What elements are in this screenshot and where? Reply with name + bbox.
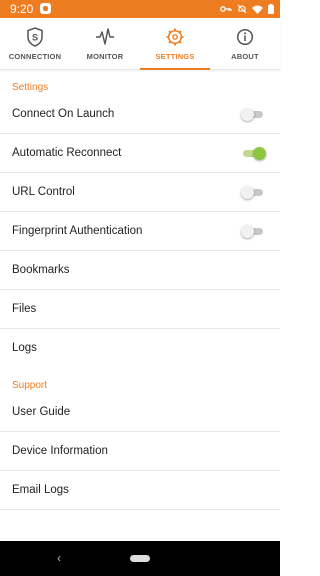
automatic-reconnect-toggle[interactable] bbox=[241, 147, 266, 160]
toggle-thumb bbox=[241, 108, 254, 121]
status-icons bbox=[220, 2, 274, 16]
support-user-guide[interactable]: User Guide bbox=[0, 393, 280, 432]
support-label: Device Information bbox=[12, 445, 108, 457]
status-bar: 9:20 bbox=[0, 0, 280, 18]
svg-text:S: S bbox=[32, 33, 38, 43]
tab-monitor[interactable]: MONITOR bbox=[70, 18, 140, 70]
setting-files[interactable]: Files bbox=[0, 290, 280, 329]
shield-s-icon: S bbox=[27, 27, 43, 47]
setting-label: Bookmarks bbox=[12, 264, 70, 276]
info-icon bbox=[236, 28, 254, 46]
status-time: 9:20 bbox=[10, 2, 34, 16]
setting-logs[interactable]: Logs bbox=[0, 329, 280, 368]
support-label: User Guide bbox=[12, 406, 71, 418]
setting-label: Connect On Launch bbox=[12, 108, 115, 120]
support-section-header: Support bbox=[12, 380, 48, 391]
setting-url-control[interactable]: URL Control bbox=[0, 173, 280, 212]
fingerprint-authentication-toggle[interactable] bbox=[241, 225, 265, 238]
vpn-key-icon bbox=[220, 6, 232, 12]
toggle-thumb bbox=[241, 186, 254, 199]
setting-bookmarks[interactable]: Bookmarks bbox=[0, 251, 280, 290]
setting-connect-on-launch[interactable]: Connect On Launch bbox=[0, 95, 280, 134]
setting-label: Fingerprint Authentication bbox=[12, 225, 143, 237]
support-device-information[interactable]: Device Information bbox=[0, 432, 280, 471]
support-label: Email Logs bbox=[12, 484, 69, 496]
toggle-thumb bbox=[241, 225, 254, 238]
settings-section-header: Settings bbox=[12, 82, 49, 93]
tab-label: ABOUT bbox=[231, 52, 259, 61]
pulse-icon bbox=[96, 28, 114, 45]
tab-label: CONNECTION bbox=[8, 52, 62, 61]
system-nav-bar: ‹ bbox=[0, 541, 280, 576]
wifi-icon bbox=[252, 5, 263, 14]
battery-icon bbox=[268, 4, 274, 14]
setting-label: Files bbox=[12, 303, 37, 315]
home-pill-icon[interactable] bbox=[130, 555, 150, 562]
url-control-toggle[interactable] bbox=[241, 186, 265, 199]
toggle-thumb bbox=[253, 147, 266, 160]
setting-fingerprint-authentication[interactable]: Fingerprint Authentication bbox=[0, 212, 280, 251]
app-notification-icon bbox=[40, 3, 51, 14]
tab-label: MONITOR bbox=[86, 52, 124, 61]
tab-label: SETTINGS bbox=[155, 52, 195, 61]
setting-label: Automatic Reconnect bbox=[12, 147, 122, 159]
connect-on-launch-toggle[interactable] bbox=[241, 108, 265, 121]
setting-automatic-reconnect[interactable]: Automatic Reconnect bbox=[0, 134, 280, 173]
tab-about[interactable]: ABOUT bbox=[210, 18, 280, 70]
tab-settings[interactable]: SETTINGS bbox=[140, 18, 210, 70]
support-email-logs[interactable]: Email Logs bbox=[0, 471, 280, 510]
tab-bar: S CONNECTION MONITOR SETTINGS ABOUT bbox=[0, 18, 280, 70]
gear-icon bbox=[166, 28, 184, 46]
active-tab-indicator bbox=[140, 68, 210, 70]
mute-icon bbox=[237, 4, 247, 14]
setting-label: Logs bbox=[12, 342, 37, 354]
tab-connection[interactable]: S CONNECTION bbox=[0, 18, 70, 70]
setting-label: URL Control bbox=[12, 186, 75, 198]
back-icon[interactable]: ‹ bbox=[57, 551, 61, 565]
